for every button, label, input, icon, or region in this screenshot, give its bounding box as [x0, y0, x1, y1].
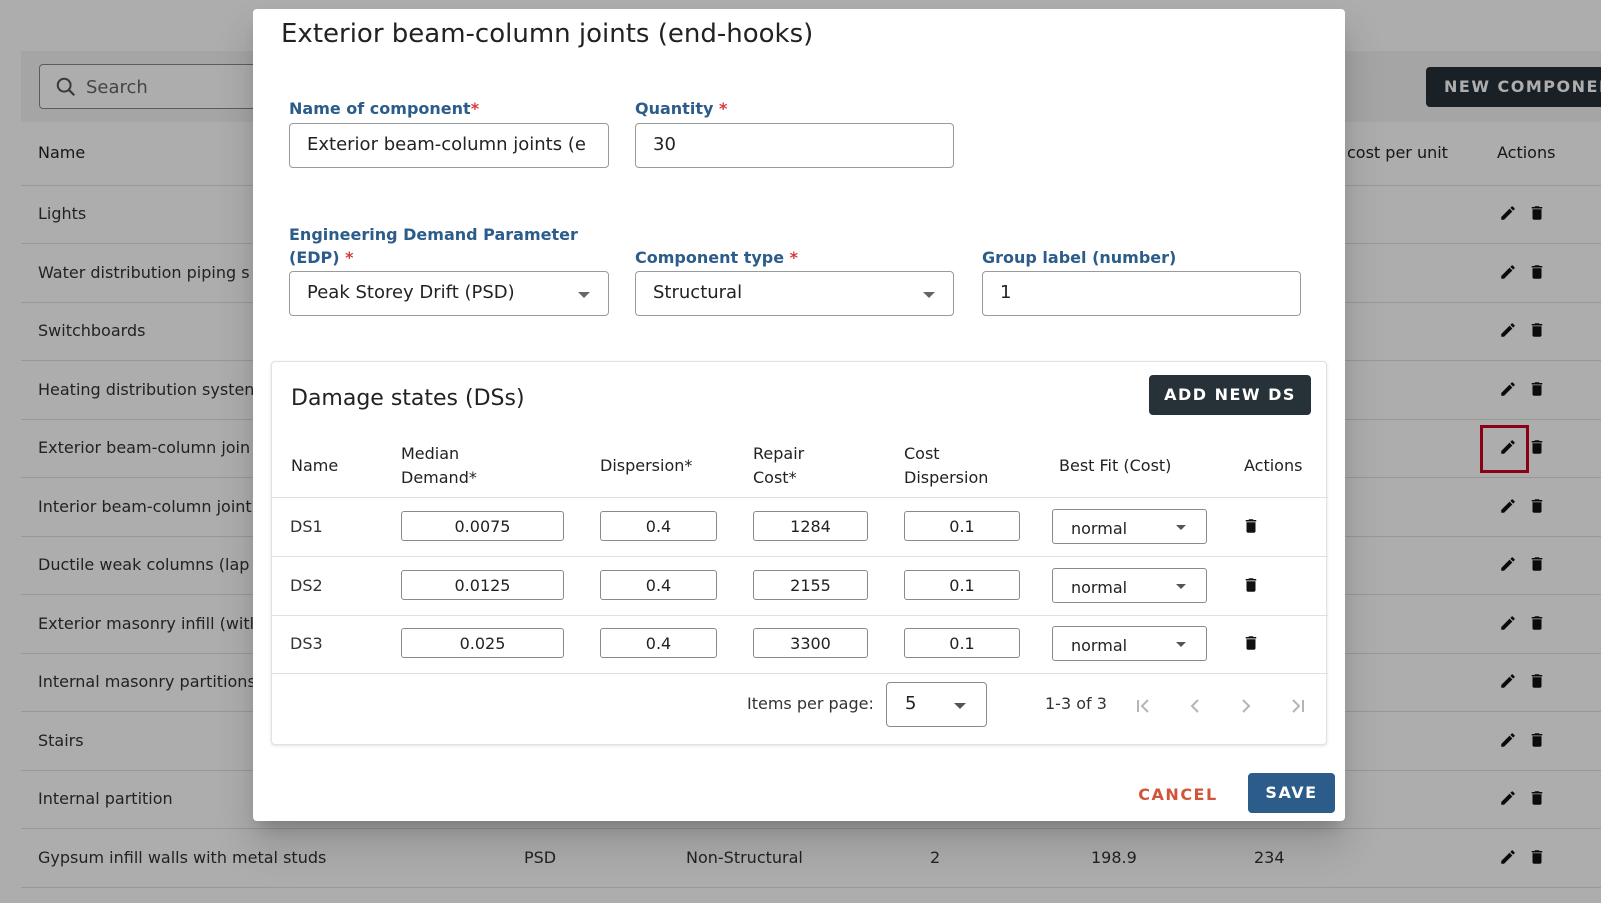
name-label: Name of component* — [289, 99, 480, 118]
ds-header-actions: Actions — [1244, 456, 1303, 475]
repair-cost-input[interactable]: 3300 — [753, 628, 868, 658]
dispersion-input[interactable]: 0.4 — [600, 511, 717, 541]
ds-table-header: Name Median Demand* Dispersion* Repair Cos… — [272, 434, 1328, 498]
best-fit-select[interactable]: normal — [1052, 567, 1207, 603]
chevron-down-icon — [1176, 525, 1186, 530]
median-demand-input[interactable]: 0.0125 — [401, 569, 564, 600]
dispersion-input[interactable]: 0.4 — [600, 569, 717, 600]
ds-header-name: Name — [291, 456, 339, 475]
save-button[interactable]: SAVE — [1248, 773, 1335, 813]
chevron-down-icon — [578, 292, 590, 298]
cancel-button[interactable]: CANCEL — [1128, 775, 1228, 815]
ds-name: DS1 — [290, 517, 323, 536]
ds-row: DS1 0.0075 0.4 1284 0.1 normal — [272, 499, 1328, 557]
group-label-field[interactable]: 1 — [982, 271, 1301, 316]
cost-dispersion-input[interactable]: 0.1 — [904, 511, 1020, 541]
median-demand-input[interactable]: 0.0075 — [401, 511, 564, 541]
edit-component-dialog: Exterior beam-column joints (end-hooks) … — [253, 9, 1345, 821]
dialog-title: Exterior beam-column joints (end-hooks) — [281, 19, 814, 49]
group-label-label: Group label (number) — [982, 248, 1177, 267]
component-type-label: Component type * — [635, 248, 799, 267]
delete-icon[interactable] — [1242, 634, 1260, 654]
cost-dispersion-input[interactable]: 0.1 — [904, 569, 1020, 600]
quantity-field[interactable]: 30 — [635, 123, 954, 168]
prev-page-icon[interactable] — [1183, 694, 1207, 718]
page-range: 1-3 of 3 — [1045, 694, 1107, 713]
dispersion-input[interactable]: 0.4 — [600, 628, 717, 658]
chevron-down-icon — [1176, 642, 1186, 647]
ds-name: DS2 — [290, 575, 323, 595]
items-per-page-label: Items per page: — [747, 694, 874, 713]
last-page-icon[interactable] — [1285, 694, 1309, 718]
add-new-ds-button[interactable]: ADD NEW DS — [1149, 375, 1311, 415]
ds-row: DS3 0.025 0.4 3300 0.1 normal — [272, 616, 1328, 674]
component-name-field[interactable]: Exterior beam-column joints (e — [289, 123, 609, 168]
component-type-select[interactable]: Structural — [635, 271, 954, 316]
ds-name: DS3 — [290, 634, 323, 653]
quantity-label: Quantity * — [635, 99, 728, 118]
chevron-down-icon — [923, 292, 935, 298]
chevron-down-icon — [954, 703, 966, 709]
ds-header-dispersion: Dispersion* — [600, 456, 693, 475]
median-demand-input[interactable]: 0.025 — [401, 628, 564, 658]
damage-states-title: Damage states (DSs) — [291, 386, 525, 411]
repair-cost-input[interactable]: 2155 — [753, 569, 868, 600]
repair-cost-input[interactable]: 1284 — [753, 511, 868, 541]
cost-dispersion-input[interactable]: 0.1 — [904, 628, 1020, 658]
best-fit-select[interactable]: normal — [1052, 509, 1207, 544]
damage-states-card: Damage states (DSs) ADD NEW DS Name Medi… — [271, 361, 1328, 745]
delete-icon[interactable] — [1242, 517, 1260, 537]
next-page-icon[interactable] — [1234, 694, 1258, 718]
delete-icon[interactable] — [1242, 576, 1260, 596]
ds-header-best-fit: Best Fit (Cost) — [1059, 456, 1172, 475]
first-page-icon[interactable] — [1132, 694, 1156, 718]
edp-label: Engineering Demand Parameter (EDP) * — [289, 225, 578, 267]
chevron-down-icon — [1176, 583, 1186, 589]
best-fit-select[interactable]: normal — [1052, 626, 1207, 661]
ds-row: DS2 0.0125 0.4 2155 0.1 normal — [272, 558, 1328, 616]
page-size-select[interactable]: 5 — [886, 682, 987, 727]
selected-edit-highlight — [1480, 425, 1529, 473]
edp-select[interactable]: Peak Storey Drift (PSD) — [289, 271, 609, 316]
